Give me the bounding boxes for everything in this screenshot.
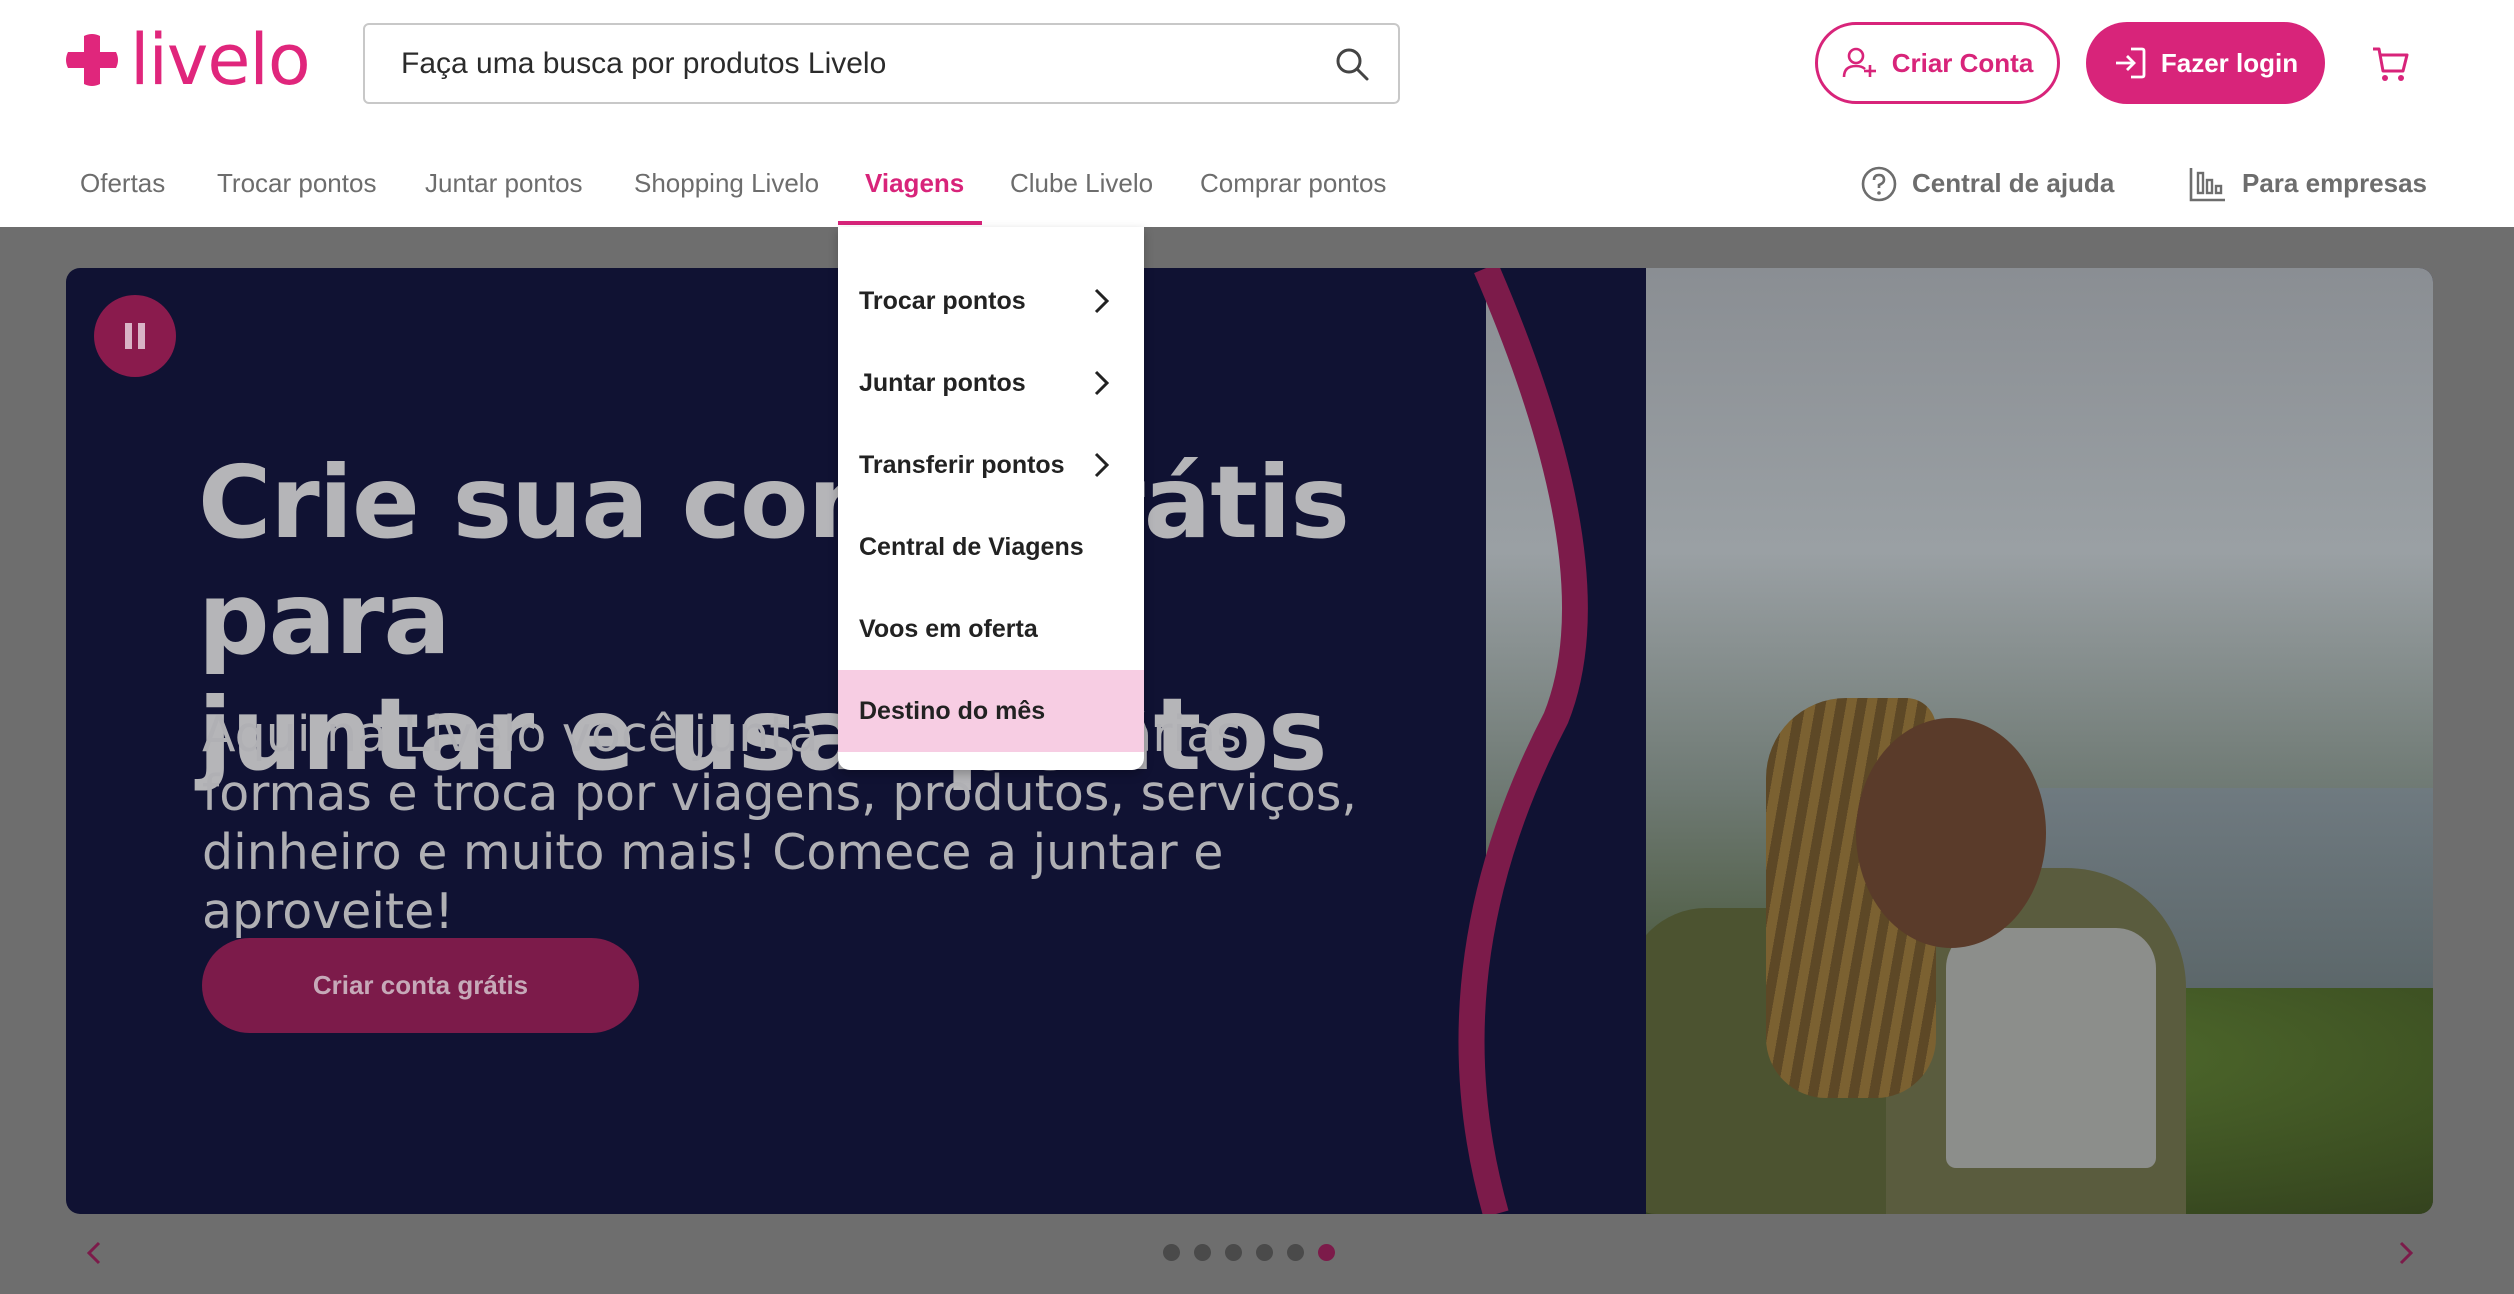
- hero-photo-top: [1946, 928, 2156, 1168]
- livelo-logo[interactable]: livelo: [64, 19, 311, 101]
- nav-item-comprar-pontos[interactable]: Comprar pontos: [1200, 140, 1386, 227]
- dropdown-item-label: Central de Viagens: [859, 532, 1084, 561]
- viagens-dropdown-menu: Trocar pontos Juntar pontos Transferir p…: [838, 227, 1144, 770]
- pause-icon: [125, 323, 145, 349]
- login-label: Fazer login: [2160, 47, 2299, 78]
- create-account-button[interactable]: Criar Conta: [1815, 22, 2060, 104]
- login-button[interactable]: Fazer login: [2086, 22, 2325, 104]
- cart-icon[interactable]: [2370, 44, 2410, 84]
- logo-text: livelo: [130, 19, 311, 101]
- nav-item-shopping-livelo[interactable]: Shopping Livelo: [634, 140, 819, 227]
- dropdown-item-central-de-viagens[interactable]: Central de Viagens: [838, 506, 1144, 588]
- business-label: Para empresas: [2242, 168, 2428, 198]
- carousel-prev-icon[interactable]: [82, 1240, 108, 1266]
- chevron-right-icon: [1094, 370, 1110, 396]
- top-header: livelo Criar Conta Fazer login: [0, 0, 2514, 127]
- dropdown-item-label: Trocar pontos: [859, 286, 1026, 315]
- login-icon: [2115, 47, 2146, 79]
- carousel-dot[interactable]: [1287, 1244, 1304, 1261]
- dropdown-item-destino-do-mes[interactable]: Destino do mês: [838, 670, 1144, 752]
- carousel-dot-active[interactable]: [1318, 1244, 1335, 1261]
- search-input[interactable]: [401, 25, 1301, 102]
- carousel-dot[interactable]: [1163, 1244, 1180, 1261]
- carousel-dot[interactable]: [1225, 1244, 1242, 1261]
- carousel-next-icon[interactable]: [2392, 1240, 2418, 1266]
- business-chart-icon: [2189, 167, 2225, 201]
- carousel-pause-button[interactable]: [94, 295, 176, 377]
- nav-item-juntar-pontos[interactable]: Juntar pontos: [425, 140, 583, 227]
- dropdown-item-label: Transferir pontos: [859, 450, 1065, 479]
- wave-divider: [1458, 268, 1646, 1214]
- livelo-plus-icon: [66, 34, 118, 86]
- dropdown-item-label: Juntar pontos: [859, 368, 1026, 397]
- help-center-link[interactable]: Central de ajuda: [1860, 140, 2114, 227]
- user-plus-icon: [1842, 47, 1876, 78]
- chevron-right-icon: [1094, 452, 1110, 478]
- search-icon[interactable]: [1332, 44, 1372, 84]
- dropdown-item-label: Destino do mês: [859, 696, 1046, 725]
- carousel-dot[interactable]: [1256, 1244, 1273, 1261]
- business-link[interactable]: Para empresas: [2188, 140, 2427, 227]
- create-account-label: Criar Conta: [1891, 47, 2034, 78]
- hero-subtitle: Aqui na Livelo você junta pontos de vári…: [202, 706, 1357, 940]
- carousel-dot[interactable]: [1194, 1244, 1211, 1261]
- dropdown-item-transferir-pontos[interactable]: Transferir pontos: [838, 424, 1144, 506]
- dropdown-item-voos-em-oferta[interactable]: Voos em oferta: [838, 588, 1144, 670]
- nav-item-trocar-pontos[interactable]: Trocar pontos: [217, 140, 376, 227]
- hero-title-line-1: Crie sua conta grátis para: [198, 444, 1350, 677]
- nav-item-ofertas[interactable]: Ofertas: [80, 140, 165, 227]
- dropdown-item-juntar-pontos[interactable]: Juntar pontos: [838, 342, 1144, 424]
- hero-cta-button[interactable]: Criar conta grátis: [202, 938, 639, 1033]
- help-center-label: Central de ajuda: [1912, 168, 2115, 198]
- chevron-right-icon: [1094, 288, 1110, 314]
- active-tab-indicator: [838, 221, 982, 225]
- help-icon: [1861, 166, 1897, 201]
- nav-item-viagens[interactable]: Viagens: [865, 140, 964, 227]
- carousel-dots: [1163, 1244, 1335, 1261]
- main-nav: Ofertas Trocar pontos Juntar pontos Shop…: [0, 140, 2514, 227]
- search-bar: [363, 23, 1400, 104]
- hero-photo-head: [1856, 718, 2046, 948]
- dropdown-item-label: Voos em oferta: [859, 614, 1038, 643]
- dropdown-item-trocar-pontos[interactable]: Trocar pontos: [838, 260, 1144, 342]
- nav-item-clube-livelo[interactable]: Clube Livelo: [1010, 140, 1153, 227]
